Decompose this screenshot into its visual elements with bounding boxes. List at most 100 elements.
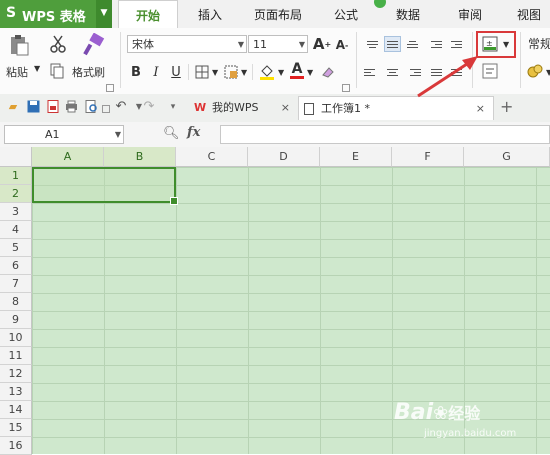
fill-color-button[interactable] <box>258 63 276 81</box>
folder-open-icon[interactable]: ▰ <box>6 100 20 114</box>
customize-toolbar-icon[interactable]: ▾ <box>166 100 180 114</box>
close-icon[interactable]: × <box>476 97 485 121</box>
column-header-g[interactable]: G <box>464 147 550 167</box>
save-icon[interactable] <box>26 100 40 114</box>
chevron-down-icon[interactable]: ▼ <box>503 40 509 49</box>
merge-center-button[interactable]: ± <box>481 35 499 53</box>
cut-button[interactable] <box>48 34 68 54</box>
row-header-11[interactable]: 11 <box>0 347 32 365</box>
row-header-8[interactable]: 8 <box>0 293 32 311</box>
dialog-launcher-icon[interactable] <box>342 84 350 92</box>
chevron-down-icon[interactable]: ▼ <box>278 68 284 77</box>
column-header-b[interactable]: B <box>104 147 176 167</box>
tab-workbook-1[interactable]: 工作簿1 * × <box>298 96 494 120</box>
align-top-button[interactable] <box>364 36 381 52</box>
scissors-icon <box>50 35 66 53</box>
borders-button[interactable] <box>194 64 210 80</box>
selection-range[interactable] <box>32 167 178 205</box>
row-header-2[interactable]: 2 <box>0 185 32 203</box>
align-left-button[interactable] <box>364 64 381 80</box>
row-header-1[interactable]: 1 <box>0 167 32 185</box>
name-box[interactable]: A1 ▼ <box>4 125 124 144</box>
chevron-down-icon[interactable]: ▼ <box>546 68 550 77</box>
tab-data[interactable]: 数据 <box>384 0 432 28</box>
column-header-c[interactable]: C <box>176 147 248 167</box>
select-all-corner[interactable] <box>0 147 32 167</box>
tab-page-layout[interactable]: 页面布局 <box>244 0 312 28</box>
export-pdf-icon[interactable] <box>46 100 60 114</box>
row-header-16[interactable]: 16 <box>0 437 32 455</box>
row-header-10[interactable]: 10 <box>0 329 32 347</box>
merge-cells-icon: ± <box>482 36 498 52</box>
insert-function-button[interactable]: fx <box>187 125 200 140</box>
dialog-launcher-icon[interactable] <box>106 84 114 92</box>
column-header-e[interactable]: E <box>320 147 392 167</box>
dialog-launcher-icon[interactable] <box>102 105 110 113</box>
column-header-d[interactable]: D <box>248 147 320 167</box>
tab-my-wps[interactable]: W 我的WPS × <box>190 96 296 120</box>
copy-icon <box>50 63 64 79</box>
row-header-6[interactable]: 6 <box>0 257 32 275</box>
redo-icon[interactable]: ↷ <box>142 100 156 114</box>
tab-insert[interactable]: 插入 <box>186 0 234 28</box>
font-name-select[interactable]: 宋体 ▼ <box>127 35 247 53</box>
row-header-5[interactable]: 5 <box>0 239 32 257</box>
increase-indent-button[interactable] <box>448 36 465 52</box>
chevron-down-icon[interactable]: ▼ <box>307 68 313 77</box>
column-header-a[interactable]: A <box>32 147 104 167</box>
chevron-down-icon[interactable]: ▼ <box>96 0 112 28</box>
cell-shading-icon <box>224 65 238 79</box>
row-header-4[interactable]: 4 <box>0 221 32 239</box>
document-icon <box>304 103 314 115</box>
tab-formulas[interactable]: 公式 <box>322 0 370 28</box>
print-preview-icon[interactable] <box>84 100 98 114</box>
decrease-indent-button[interactable] <box>428 36 445 52</box>
align-middle-button[interactable] <box>384 36 401 52</box>
align-right-button[interactable] <box>404 64 421 80</box>
chevron-down-icon[interactable]: ▼ <box>241 68 247 77</box>
number-format-select[interactable]: 常规 <box>524 35 550 53</box>
column-header-f[interactable]: F <box>392 147 464 167</box>
divider <box>188 64 189 80</box>
paste-button[interactable] <box>6 32 32 58</box>
bold-button[interactable]: B <box>128 63 144 81</box>
format-painter-button[interactable] <box>80 32 106 58</box>
clear-format-button[interactable] <box>320 64 336 80</box>
row-header-12[interactable]: 12 <box>0 365 32 383</box>
print-icon[interactable] <box>64 100 78 114</box>
align-bottom-button[interactable] <box>404 36 421 52</box>
underline-button[interactable]: U <box>168 63 184 81</box>
currency-format-button[interactable] <box>526 62 544 80</box>
row-header-14[interactable]: 14 <box>0 401 32 419</box>
chevron-down-icon[interactable]: ▼ <box>34 64 40 73</box>
shrink-font-button[interactable]: A- <box>333 36 351 54</box>
chevron-down-icon[interactable]: ▼ <box>212 68 218 77</box>
row-header-9[interactable]: 9 <box>0 311 32 329</box>
row-header-3[interactable]: 3 <box>0 203 32 221</box>
row-header-13[interactable]: 13 <box>0 383 32 401</box>
tab-review[interactable]: 审阅 <box>446 0 494 28</box>
coins-icon <box>527 64 543 78</box>
row-header-15[interactable]: 15 <box>0 419 32 437</box>
cell-style-button[interactable] <box>223 64 239 80</box>
fill-handle[interactable] <box>170 197 178 205</box>
tab-home[interactable]: 开始 <box>118 0 178 29</box>
wrap-text-button[interactable] <box>481 62 499 80</box>
undo-icon[interactable]: ↶ <box>114 100 128 114</box>
font-size-select[interactable]: 11 ▼ <box>248 35 308 53</box>
font-color-button[interactable]: A <box>288 62 306 80</box>
align-center-button[interactable] <box>384 64 401 80</box>
grow-font-button[interactable]: A + <box>313 34 331 54</box>
distributed-align-button[interactable] <box>448 64 465 80</box>
tab-view[interactable]: 视图 <box>508 0 550 28</box>
italic-button[interactable]: I <box>148 63 164 81</box>
app-menu-button[interactable]: S WPS 表格 ▼ <box>0 0 112 28</box>
format-painter-label: 格式刷 <box>72 66 105 79</box>
copy-button[interactable] <box>48 62 66 80</box>
close-icon[interactable]: × <box>281 96 290 120</box>
justify-button[interactable] <box>428 64 445 80</box>
formula-input[interactable] <box>220 125 550 144</box>
new-tab-button[interactable]: + <box>500 97 513 116</box>
row-header-7[interactable]: 7 <box>0 275 32 293</box>
search-icon[interactable]: 🔍︎ <box>163 126 180 141</box>
